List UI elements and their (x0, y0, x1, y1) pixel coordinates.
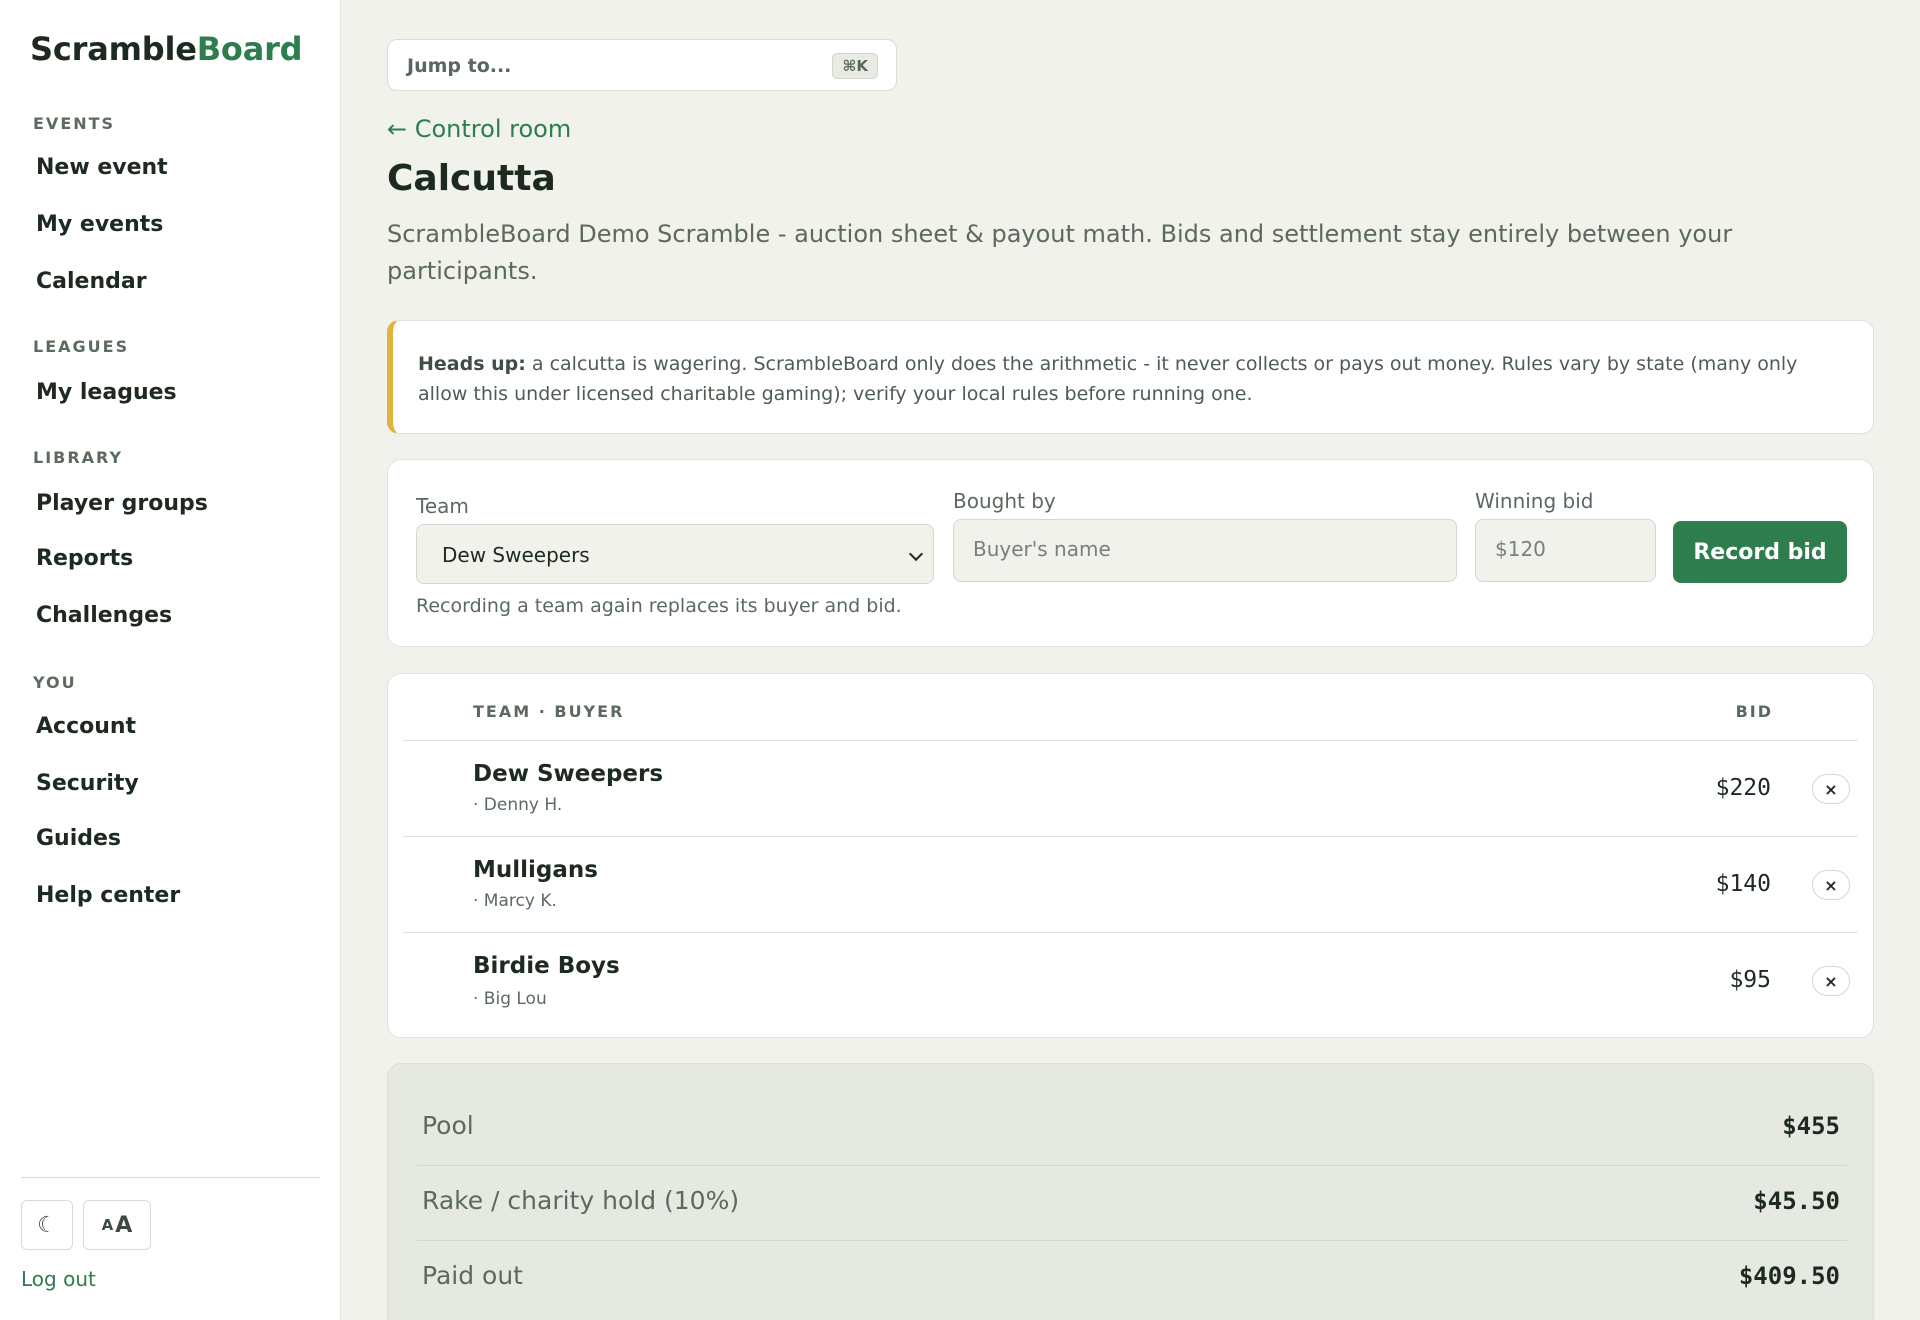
row-buyer-name: · Marcy K. (473, 891, 557, 911)
row-team-name: Mulligans (473, 857, 598, 883)
nav-item-challenges[interactable]: Challenges (36, 603, 172, 628)
column-header-team-buyer: TEAM · BUYER (473, 702, 625, 721)
theme-toggle-button[interactable]: ☾ (21, 1200, 73, 1250)
row-divider (403, 932, 1858, 933)
table-header-divider (403, 740, 1858, 741)
buyer-name-input[interactable]: Buyer's name (953, 519, 1457, 582)
nav-item-guides[interactable]: Guides (36, 826, 121, 851)
column-header-bid: BID (1735, 702, 1773, 721)
winning-bid-placeholder: $120 (1495, 537, 1546, 561)
summary-divider (417, 1165, 1847, 1166)
jump-to-search[interactable]: Jump to... ⌘K (387, 39, 897, 91)
nav-item-my-events[interactable]: My events (36, 212, 163, 237)
text-size-button[interactable]: AA (83, 1200, 151, 1250)
brand-part-2: Board (196, 30, 303, 68)
text-size-big-icon: A (115, 1212, 133, 1238)
winning-bid-label: Winning bid (1475, 489, 1594, 513)
team-label: Team (416, 494, 469, 518)
bids-table: TEAM · BUYER BID Dew Sweepers · Denny H.… (387, 673, 1874, 1038)
row-team-name: Birdie Boys (473, 953, 620, 979)
record-bid-button[interactable]: Record bid (1673, 521, 1847, 583)
chevron-down-icon (908, 546, 924, 562)
moon-icon: ☾ (37, 1212, 57, 1238)
team-select-value: Dew Sweepers (442, 543, 590, 567)
alert-lead: Heads up: (418, 353, 526, 375)
rake-value: $45.50 (1753, 1187, 1840, 1215)
wagering-warning-alert: Heads up: a calcutta is wagering. Scramb… (387, 320, 1874, 434)
row-bid-amount: $140 (1715, 871, 1771, 897)
row-team-name: Dew Sweepers (473, 761, 664, 787)
team-select[interactable]: Dew Sweepers (416, 524, 934, 584)
back-to-control-room-link[interactable]: ← Control room (387, 115, 571, 143)
nav-section-leagues: LEAGUES (33, 337, 130, 356)
logout-link[interactable]: Log out (21, 1267, 96, 1291)
nav-section-events: EVENTS (33, 114, 116, 133)
payout-summary: Pool $455 Rake / charity hold (10%) $45.… (387, 1063, 1874, 1320)
nav-item-my-leagues[interactable]: My leagues (36, 380, 177, 405)
nav-item-reports[interactable]: Reports (36, 546, 133, 571)
form-hint: Recording a team again replaces its buye… (416, 595, 902, 617)
sidebar-divider (21, 1177, 320, 1178)
delete-row-button[interactable]: × (1812, 870, 1850, 900)
page-title: Calcutta (387, 158, 556, 199)
paid-out-value: $409.50 (1738, 1262, 1840, 1290)
nav-item-account[interactable]: Account (36, 714, 136, 739)
sidebar: ScrambleBoard EVENTS New event My events… (0, 0, 341, 1320)
delete-row-button[interactable]: × (1812, 774, 1850, 804)
pool-label: Pool (422, 1111, 474, 1140)
keyboard-shortcut-badge: ⌘K (832, 53, 878, 79)
summary-divider (417, 1240, 1847, 1241)
row-bid-amount: $220 (1715, 775, 1771, 801)
nav-item-calendar[interactable]: Calendar (36, 269, 147, 294)
text-size-small-icon: A (101, 1216, 114, 1234)
bought-by-label: Bought by (953, 489, 1056, 513)
search-placeholder: Jump to... (407, 55, 512, 77)
row-buyer-name: · Big Lou (473, 989, 547, 1009)
nav-item-player-groups[interactable]: Player groups (36, 491, 208, 516)
close-icon: × (1824, 779, 1838, 799)
paid-out-label: Paid out (422, 1261, 523, 1290)
brand-part-1: Scramble (30, 30, 197, 68)
alert-text: a calcutta is wagering. ScrambleBoard on… (418, 353, 1798, 405)
row-buyer-name: · Denny H. (473, 795, 563, 815)
nav-item-security[interactable]: Security (36, 771, 139, 796)
row-bid-amount: $95 (1729, 967, 1771, 993)
row-divider (403, 836, 1858, 837)
brand-logo[interactable]: ScrambleBoard (30, 30, 303, 68)
rake-label: Rake / charity hold (10%) (422, 1186, 740, 1215)
nav-item-new-event[interactable]: New event (36, 155, 168, 180)
nav-section-you: YOU (33, 673, 77, 692)
nav-section-library: LIBRARY (33, 448, 124, 467)
close-icon: × (1824, 971, 1838, 991)
nav-item-help-center[interactable]: Help center (36, 883, 180, 908)
record-bid-form: Team Dew Sweepers Bought by Buyer's name… (387, 459, 1874, 647)
close-icon: × (1824, 875, 1838, 895)
delete-row-button[interactable]: × (1812, 966, 1850, 996)
page-subtitle: ScrambleBoard Demo Scramble - auction sh… (387, 220, 1733, 285)
buyer-name-placeholder: Buyer's name (973, 537, 1111, 561)
winning-bid-input[interactable]: $120 (1475, 519, 1656, 582)
pool-value: $455 (1782, 1112, 1840, 1140)
